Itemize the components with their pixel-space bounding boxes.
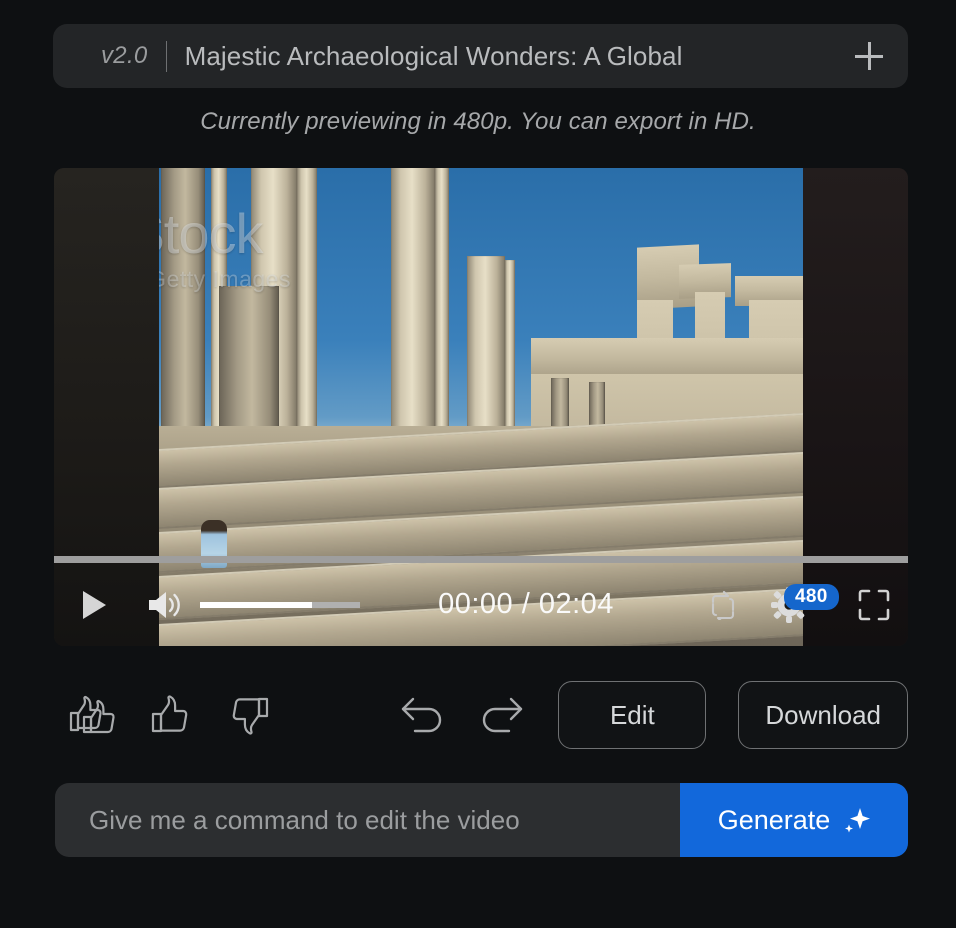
volume-on-icon (149, 591, 180, 618)
double-thumbs-up-icon (69, 695, 115, 734)
command-bar: Generate (55, 783, 908, 857)
fullscreen-icon (858, 589, 890, 620)
double-thumbs-up-button[interactable] (54, 680, 132, 750)
thumbs-up-button[interactable] (132, 680, 210, 750)
undo-button[interactable] (384, 680, 462, 750)
redo-button[interactable] (462, 680, 540, 750)
titlebar-divider (165, 40, 167, 72)
project-title: Majestic Archaeological Wonders: A Globa… (184, 40, 683, 71)
project-titlebar[interactable]: v2.0 Majestic Archaeological Wonders: A … (53, 24, 908, 88)
command-input[interactable] (55, 783, 680, 857)
loop-icon (711, 590, 735, 620)
generate-label: Generate (717, 804, 831, 835)
play-icon (82, 590, 106, 619)
sparkle-icon (845, 808, 871, 833)
plus-icon (855, 42, 883, 70)
redo-icon (482, 697, 523, 733)
undo-icon (401, 697, 442, 733)
thumbs-up-icon (151, 695, 188, 733)
generate-button[interactable]: Generate (680, 783, 908, 857)
video-progress-bar[interactable] (54, 556, 908, 563)
time-display: 00:00 / 02:04 (438, 588, 614, 620)
action-toolbar: Edit Download (54, 672, 908, 758)
download-button[interactable]: Download (738, 681, 908, 749)
thumbs-down-button[interactable] (210, 680, 288, 750)
volume-button[interactable] (130, 563, 200, 646)
loop-button[interactable] (692, 563, 754, 646)
video-controls-bar: 00:00 / 02:04 480 (54, 563, 908, 646)
preview-quality-notice: Currently previewing in 480p. You can ex… (200, 108, 756, 135)
quality-badge[interactable]: 480 (784, 584, 839, 610)
video-editor-app: v2.0 Majestic Archaeological Wonders: A … (0, 0, 956, 928)
thumbs-down-icon (232, 697, 269, 735)
video-player[interactable]: iStock by Getty Images (54, 168, 908, 646)
settings-button[interactable]: 480 (754, 563, 840, 646)
progress-track[interactable] (54, 556, 908, 563)
volume-slider-fill (200, 601, 312, 608)
edit-button[interactable]: Edit (558, 681, 707, 749)
volume-slider[interactable] (200, 601, 360, 608)
add-project-button[interactable] (830, 24, 908, 88)
version-label: v2.0 (101, 42, 148, 69)
play-button[interactable] (54, 563, 130, 646)
architrave (531, 338, 803, 378)
fullscreen-button[interactable] (840, 563, 908, 646)
